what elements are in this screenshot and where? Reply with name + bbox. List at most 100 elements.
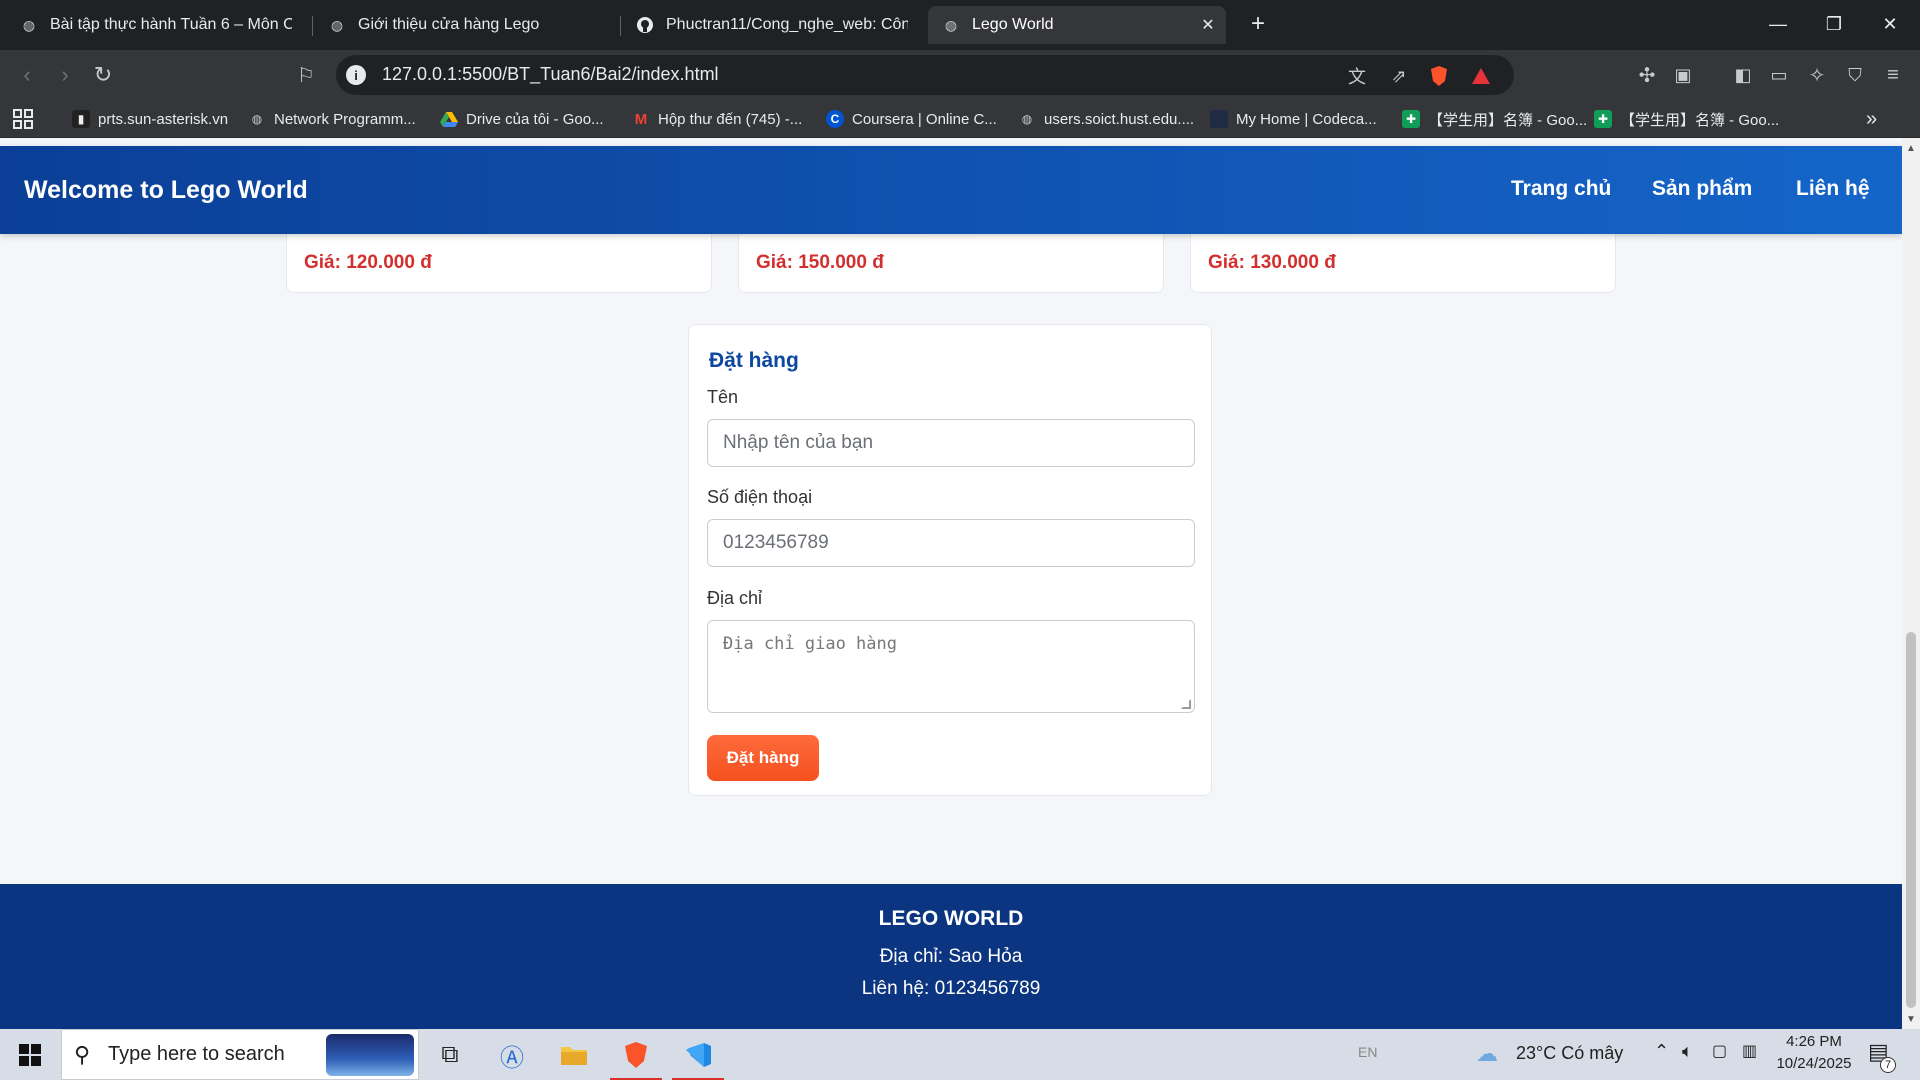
coursera-icon: C — [826, 110, 844, 128]
phone-input[interactable]: 0123456789 — [707, 519, 1195, 567]
nav-link-products[interactable]: Sản phẩm — [1652, 177, 1752, 201]
address-textarea-placeholder: Địa chỉ giao hàng — [723, 634, 897, 654]
file-explorer-icon[interactable] — [546, 1035, 602, 1075]
translate-icon[interactable]: 文 — [1344, 63, 1370, 89]
codecademy-icon — [1210, 110, 1228, 128]
bookmark-item[interactable]: M Hộp thư đến (745) -... — [632, 108, 803, 130]
bookmark-item[interactable]: ◍ users.soict.hust.edu.... — [1018, 108, 1194, 130]
order-form: Đặt hàng Tên Nhập tên của bạn Số điện th… — [688, 324, 1212, 796]
site-title: Welcome to Lego World — [24, 176, 308, 204]
back-button[interactable]: ‹ — [12, 60, 42, 90]
notification-count-badge: 7 — [1880, 1057, 1896, 1073]
search-highlight-image — [326, 1034, 414, 1076]
search-icon: ⚲ — [73, 1041, 91, 1067]
meet-now-icon[interactable]: ▢ — [1712, 1041, 1727, 1061]
google-sheets-icon: ✚ — [1594, 110, 1612, 128]
bookmarks-bar: ▮ prts.sun-asterisk.vn ◍ Network Program… — [0, 100, 1920, 138]
nav-link-contact[interactable]: Liên hệ — [1796, 177, 1870, 201]
vpn-icon[interactable]: ⛉ — [1840, 60, 1870, 90]
address-textarea[interactable]: Địa chỉ giao hàng — [707, 620, 1195, 713]
reload-button[interactable]: ↻ — [88, 60, 118, 90]
address-bar[interactable]: i 127.0.0.1:5500/BT_Tuan6/Bai2/index.htm… — [336, 55, 1514, 95]
address-label: Địa chỉ — [707, 588, 763, 608]
leo-ai-icon[interactable]: ✧ — [1802, 60, 1832, 90]
clock-date[interactable]: 10/24/2025 — [1772, 1055, 1856, 1072]
scroll-thumb[interactable] — [1906, 632, 1916, 1008]
minimize-window-button[interactable]: ― — [1758, 8, 1798, 40]
globe-icon: ◍ — [22, 16, 36, 33]
bookmark-label: Hộp thư đến (745) -... — [658, 110, 803, 128]
globe-icon: ◍ — [1021, 112, 1033, 126]
tab-separator — [312, 16, 313, 36]
site-icon: ▮ — [72, 110, 90, 128]
bookmark-item[interactable]: ◍ Network Programm... — [248, 108, 416, 130]
menu-icon[interactable]: ≡ — [1878, 60, 1908, 90]
volume-icon[interactable]: 🔈︎ — [1682, 1041, 1693, 1062]
tab-lego-world[interactable]: ◍ Lego World ✕ — [928, 6, 1226, 44]
network-icon[interactable]: ▥ — [1742, 1041, 1757, 1061]
order-submit-button[interactable]: Đặt hàng — [707, 735, 819, 781]
forward-button[interactable]: › — [50, 60, 80, 90]
share-icon[interactable]: ⇗ — [1386, 63, 1412, 89]
restore-window-button[interactable]: ❐ — [1814, 8, 1854, 40]
brave-shields-icon[interactable] — [1426, 63, 1452, 89]
extensions-icon[interactable]: ✣ — [1632, 60, 1662, 90]
app-store-icon[interactable]: Ⓐ — [484, 1035, 540, 1075]
bookmark-item[interactable]: ✚ 【学生用】名簿 - Goo... — [1594, 108, 1779, 130]
vscode-icon[interactable] — [670, 1035, 726, 1080]
brave-rewards-icon[interactable] — [1468, 63, 1494, 89]
sidebar-icon[interactable]: ◧ — [1728, 60, 1758, 90]
resize-grip-icon[interactable] — [1181, 699, 1191, 709]
tab-bai-tap[interactable]: ◍ Bài tập thực hành Tuần 6 – Môn Công — [6, 6, 306, 44]
taskbar-search-box[interactable]: ⚲ Type here to search — [61, 1029, 419, 1080]
site-footer: LEGO WORLD Địa chỉ: Sao Hỏa Liên hệ: 012… — [0, 884, 1902, 1029]
scroll-down-icon[interactable]: ▼ — [1905, 1013, 1917, 1025]
tab-title: Bài tập thực hành Tuần 6 – Môn Công — [50, 16, 292, 33]
task-view-icon[interactable]: ⧉ — [422, 1035, 478, 1075]
bookmark-label: Network Programm... — [274, 110, 416, 128]
start-button[interactable] — [10, 1039, 50, 1071]
reader-mode-icon[interactable]: ▣ — [1668, 60, 1698, 90]
apps-grid-icon[interactable] — [12, 108, 34, 130]
close-window-button[interactable]: ✕ — [1870, 8, 1910, 40]
windows-logo-icon — [19, 1044, 41, 1066]
globe-icon: ◍ — [944, 16, 958, 33]
bookmark-label: Drive của tôi - Goo... — [466, 110, 604, 128]
tab-separator — [620, 16, 621, 36]
close-tab-icon[interactable]: ✕ — [1198, 15, 1218, 35]
footer-contact: Liên hệ: 0123456789 — [861, 978, 1041, 999]
language-indicator[interactable]: EN — [1358, 1044, 1377, 1060]
brave-browser-icon[interactable] — [608, 1035, 664, 1080]
new-tab-button[interactable]: + — [1244, 10, 1272, 38]
bookmark-label: My Home | Codeca... — [1236, 110, 1377, 128]
bookmark-item[interactable]: ✚ 【学生用】名簿 - Goo... — [1402, 108, 1587, 130]
windows-taskbar: ⚲ Type here to search ⧉ Ⓐ EN ☁ 23°C Có m… — [0, 1029, 1920, 1080]
name-input[interactable]: Nhập tên của bạn — [707, 419, 1195, 467]
page-scrollbar[interactable]: ▲ ▼ — [1902, 138, 1920, 1029]
wallet-icon[interactable]: ▭ — [1764, 60, 1794, 90]
bookmark-label: 【学生用】名簿 - Goo... — [1620, 111, 1780, 129]
more-bookmarks-icon[interactable]: » — [1866, 108, 1877, 130]
bookmark-item[interactable]: C Coursera | Online C... — [826, 108, 997, 130]
globe-icon: ◍ — [330, 16, 344, 33]
scroll-up-icon[interactable]: ▲ — [1905, 142, 1917, 154]
clock-time[interactable]: 4:26 PM — [1776, 1033, 1852, 1050]
bookmark-icon[interactable]: ⚐ — [291, 60, 321, 90]
bookmark-item[interactable]: Drive của tôi - Goo... — [440, 108, 604, 130]
taskbar-search-placeholder: Type here to search — [108, 1043, 285, 1065]
tab-gioi-thieu[interactable]: ◍ Giới thiệu cửa hàng Lego — [314, 6, 614, 44]
bookmark-label: 【学生用】名簿 - Goo... — [1428, 111, 1588, 129]
show-hidden-icons-icon[interactable]: ⌃ — [1654, 1041, 1669, 1062]
tab-title: Giới thiệu cửa hàng Lego — [358, 16, 540, 33]
site-info-icon[interactable]: i — [346, 65, 366, 85]
bookmark-label: Coursera | Online C... — [852, 110, 997, 128]
site-header: Welcome to Lego World Trang chủ Sản phẩm… — [0, 146, 1902, 234]
bookmark-item[interactable]: ▮ prts.sun-asterisk.vn — [72, 108, 228, 130]
bookmark-label: users.soict.hust.edu.... — [1044, 110, 1195, 128]
google-sheets-icon: ✚ — [1402, 110, 1420, 128]
tab-github[interactable]: Phuctran11/Cong_nghe_web: Công n — [622, 6, 922, 44]
weather-text[interactable]: 23°C Có mây — [1516, 1043, 1623, 1064]
bookmark-item[interactable]: My Home | Codeca... — [1210, 108, 1377, 130]
globe-icon: ◍ — [251, 112, 263, 126]
nav-link-home[interactable]: Trang chủ — [1511, 177, 1611, 201]
